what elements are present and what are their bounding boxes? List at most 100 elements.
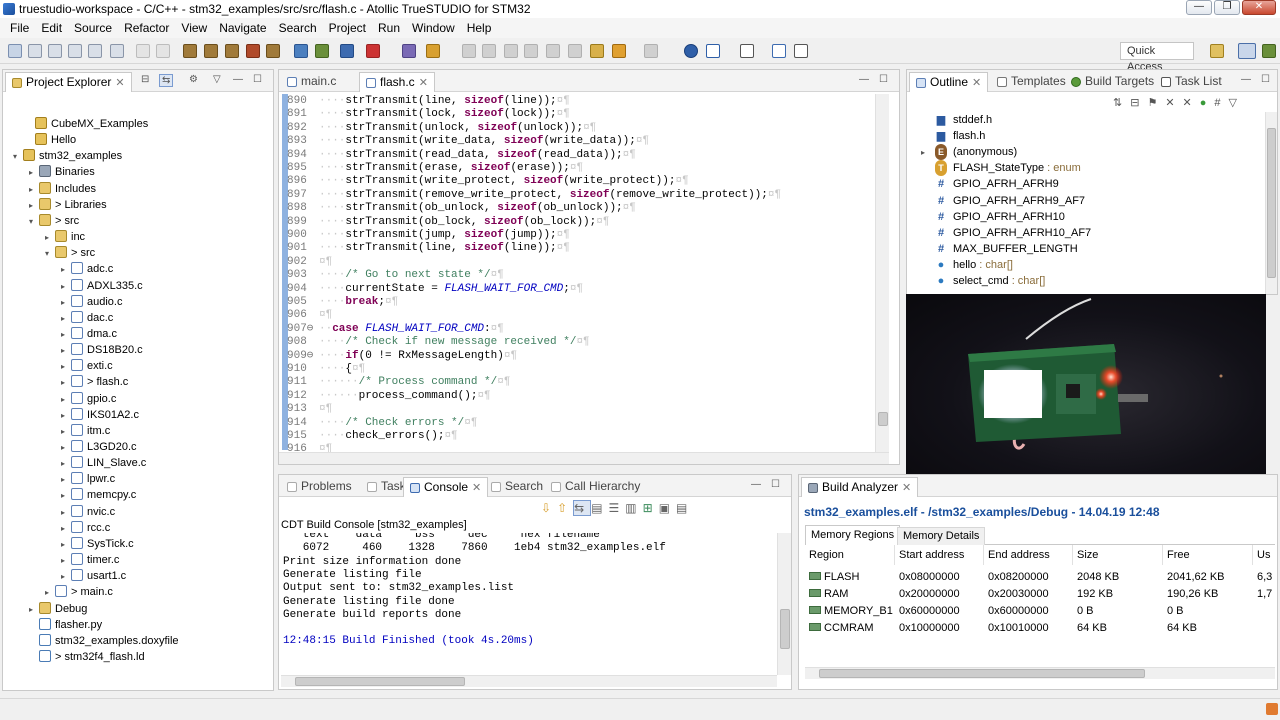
console-hscroll-thumb[interactable] — [295, 677, 465, 686]
tree-item[interactable]: ▸ Debug — [29, 601, 87, 617]
tree-item[interactable]: > stm32f4_flash.ld — [29, 649, 145, 665]
close-icon[interactable]: ✕ — [972, 77, 981, 89]
link-editor-icon[interactable]: ⇆ — [159, 74, 174, 87]
expand-toggle-icon[interactable]: ▸ — [61, 311, 71, 327]
tree-item[interactable]: ▸ DS18B20.c — [61, 342, 143, 358]
tree-item[interactable]: ▸ nvic.c — [61, 504, 115, 520]
editor-vscroll[interactable] — [875, 94, 889, 452]
clear-console-icon[interactable]: ▤ — [591, 501, 608, 515]
tree-item[interactable]: ▸ SysTick.c — [61, 536, 134, 552]
show-whitespace-icon[interactable] — [504, 44, 518, 58]
expand-toggle-icon[interactable]: ▸ — [61, 359, 71, 375]
back-arrow-icon[interactable] — [612, 44, 626, 58]
search-tool-icon[interactable] — [426, 44, 440, 58]
hide-fields-icon[interactable]: ⚑ — [1147, 97, 1165, 109]
debug-config-icon[interactable] — [294, 44, 308, 58]
terminate-icon[interactable]: ▥ — [625, 501, 642, 515]
expand-toggle-icon[interactable]: ▸ — [61, 295, 71, 311]
tree-item[interactable]: ▸ adc.c — [61, 261, 113, 277]
expand-toggle-icon[interactable]: ▸ — [61, 456, 71, 472]
tab-task-list[interactable]: Task List — [1155, 72, 1228, 92]
expand-toggle-icon[interactable]: ▸ — [61, 488, 71, 504]
notification-icon[interactable] — [1266, 703, 1278, 715]
table-row[interactable]: MEMORY_B1 0x60000000 0x60000000 0 B 0 B — [805, 603, 1275, 620]
expand-toggle-icon[interactable]: ▸ — [61, 262, 71, 278]
expand-toggle-icon[interactable]: ▸ — [61, 408, 71, 424]
tree-item[interactable]: ▸ usart1.c — [61, 568, 126, 584]
outline-item[interactable]: ● select_cmd : char[] — [935, 273, 1046, 289]
hash-filter-icon[interactable]: # — [1214, 97, 1228, 109]
outline-item[interactable]: ▆ flash.h — [935, 128, 986, 144]
expand-toggle-icon[interactable]: ▸ — [61, 424, 71, 440]
save-all-icon[interactable] — [156, 44, 170, 58]
outline-item[interactable]: # GPIO_AFRH_AFRH10 — [935, 209, 1065, 225]
outline-item[interactable]: ▆ stddef.h — [935, 112, 992, 128]
tree-item[interactable]: ▸ > main.c — [45, 584, 113, 600]
display-console-icon[interactable]: ▣ — [659, 501, 676, 515]
info-icon[interactable] — [684, 44, 698, 58]
tree-item[interactable]: ▸ dma.c — [61, 326, 117, 342]
tree-item[interactable]: ▸ IKS01A2.c — [61, 407, 139, 423]
maximize-view-icon[interactable]: ☐ — [879, 74, 888, 85]
expand-toggle-icon[interactable]: ▸ — [61, 440, 71, 456]
table-row[interactable]: FLASH 0x08000000 0x08200000 2048 KB 2041,62 … — [805, 569, 1275, 586]
tree-item[interactable]: ▸ > flash.c — [61, 374, 128, 390]
new-class-icon[interactable] — [88, 44, 102, 58]
expand-toggle-icon[interactable]: ▸ — [61, 553, 71, 569]
new-file-icon[interactable] — [28, 44, 42, 58]
close-icon[interactable]: ✕ — [472, 482, 481, 494]
tree-item[interactable]: ▸ Includes — [29, 181, 96, 197]
table-row[interactable]: CCMRAM 0x10000000 0x10010000 64 KB 64 KB — [805, 620, 1275, 637]
close-button[interactable]: ✕ — [1242, 0, 1276, 15]
expand-toggle-icon[interactable]: ▸ — [61, 505, 71, 521]
minimize-view-icon[interactable]: — — [751, 479, 761, 490]
window-layout-icon[interactable] — [706, 44, 720, 58]
expand-toggle-icon[interactable]: ▾ — [45, 246, 55, 262]
expand-toggle-icon[interactable]: ▾ — [13, 149, 23, 165]
tab-build-analyzer[interactable]: Build Analyzer ✕ — [801, 477, 919, 497]
hide-static-icon[interactable]: ✕ — [1165, 97, 1182, 109]
tree-item[interactable]: ▾ > src — [29, 213, 79, 229]
expand-toggle-icon[interactable]: ▸ — [61, 521, 71, 537]
expand-toggle-icon[interactable]: ▸ — [29, 165, 39, 181]
editor-vscroll-thumb[interactable] — [878, 412, 888, 426]
col-end-address[interactable]: End address — [984, 545, 1073, 565]
terminal-icon[interactable] — [340, 44, 354, 58]
outline-item[interactable]: # GPIO_AFRH_AFRH10_AF7 — [935, 225, 1091, 241]
outline-item[interactable]: # GPIO_AFRH_AFRH9_AF7 — [935, 193, 1085, 209]
tree-item[interactable]: stm32_examples.doxyfile — [29, 633, 179, 649]
tree-item[interactable]: ▸ rcc.c — [61, 520, 110, 536]
tab-call-hierarchy[interactable]: Call Hierarchy — [545, 477, 646, 497]
block-select-icon[interactable] — [524, 44, 538, 58]
minimize-button[interactable]: — — [1186, 0, 1212, 15]
new-project-icon[interactable] — [110, 44, 124, 58]
expand-toggle-icon[interactable]: ▸ — [61, 327, 71, 343]
menu-view[interactable]: View — [175, 21, 213, 35]
console-vscroll-thumb[interactable] — [780, 609, 790, 649]
table-row[interactable]: RAM 0x20000000 0x20030000 192 KB 190,26 KB 1,… — [805, 586, 1275, 603]
green-dot-icon[interactable]: ● — [1200, 97, 1215, 109]
tree-item[interactable]: ▸ > Libraries — [29, 197, 107, 213]
tree-item[interactable]: CubeMX_Examples — [25, 116, 148, 132]
new-header-icon[interactable] — [68, 44, 82, 58]
outline-item[interactable]: # GPIO_AFRH_AFRH9 — [935, 176, 1059, 192]
clean-icon[interactable] — [246, 44, 260, 58]
tree-item[interactable]: Hello — [25, 132, 76, 148]
tree-item[interactable]: ▾ > src — [45, 245, 95, 261]
transfer-icon[interactable] — [794, 44, 808, 58]
tab-project-explorer[interactable]: Project Explorer ✕ — [5, 72, 132, 92]
pin-console-icon[interactable]: ⇧ — [557, 501, 573, 515]
expand-toggle-icon[interactable]: ▸ — [61, 472, 71, 488]
maximize-view-icon[interactable]: ☐ — [1261, 74, 1270, 85]
expand-icon[interactable] — [772, 44, 786, 58]
expand-toggle-icon[interactable]: ▸ — [61, 392, 71, 408]
expand-toggle-icon[interactable]: ▸ — [45, 230, 55, 246]
menu-navigate[interactable]: Navigate — [213, 21, 272, 35]
expand-toggle-icon[interactable]: ▸ — [29, 182, 39, 198]
tab-search[interactable]: Search — [485, 477, 549, 497]
remove-launch-icon[interactable]: ☰ — [609, 501, 626, 515]
tree-item[interactable]: ▸ memcpy.c — [61, 487, 136, 503]
expand-toggle-icon[interactable]: ▸ — [45, 585, 55, 601]
menu-file[interactable]: File — [4, 21, 35, 35]
grid-icon[interactable] — [740, 44, 754, 58]
